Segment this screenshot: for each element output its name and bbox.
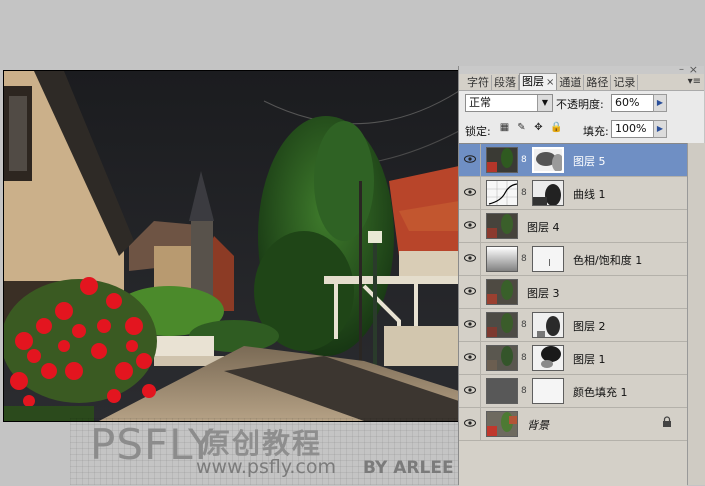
layer-name[interactable]: 图层 3 [527,285,560,301]
link-icon[interactable]: 8 [521,353,527,363]
link-icon[interactable]: 8 [521,254,527,264]
layer-name[interactable]: 图层 1 [573,351,606,367]
visibility-eye-icon[interactable] [459,342,481,374]
layer-name[interactable]: 图层 5 [573,153,606,169]
layer-row[interactable]: 8 曲线 1 [459,177,687,210]
visibility-eye-icon[interactable] [459,243,481,275]
panel-tabs: 字符 段落 图层 × 通道 路径 记录 [465,72,639,90]
layer-row[interactable]: 图层 3 [459,276,687,309]
close-icon[interactable]: × [689,63,698,76]
color-fill-icon [486,378,518,404]
minimize-icon[interactable]: – [679,64,684,75]
layer-mask-thumbnail[interactable] [532,246,564,272]
tab-layers-label: 图层 [522,75,544,88]
layers-list: 8 图层 5 8 曲线 1 图层 4 8 色相/饱和度 1 图层 3 8 图层 … [459,143,687,486]
opacity-input[interactable]: 60% [611,94,655,112]
layer-name[interactable]: 图层 2 [573,318,606,334]
fill-input[interactable]: 100% [611,120,655,138]
layer-row[interactable]: 图层 4 [459,210,687,243]
panel-menu-icon[interactable]: ▾≡ [688,76,701,87]
tab-close-icon[interactable]: × [546,77,554,88]
hue-saturation-adjustment-icon [486,246,518,272]
opacity-slider-button[interactable]: ▶ [653,94,667,112]
layer-thumbnail [486,213,518,239]
blend-mode-value: 正常 [469,96,491,109]
tab-paths[interactable]: 路径 [584,75,612,90]
layer-thumbnail [486,312,518,338]
layers-scrollbar[interactable] [687,143,705,485]
layer-name[interactable]: 背景 [527,417,549,433]
tab-character[interactable]: 字符 [465,75,492,90]
tab-history[interactable]: 记录 [611,75,639,90]
lock-options: ▦ ✎ ✥ 🔒 [499,122,563,133]
visibility-eye-icon[interactable] [459,309,481,341]
chevron-down-icon: ▼ [537,95,552,111]
hdr-street-photo [4,71,459,421]
layer-mask-thumbnail[interactable] [532,180,564,206]
fill-label: 填充: [583,125,609,138]
watermark-author: BY ARLEE [363,458,454,478]
tab-layers[interactable]: 图层 × [519,73,558,90]
layer-name[interactable]: 色相/饱和度 1 [573,252,642,268]
visibility-eye-icon[interactable] [459,177,481,209]
opacity-label: 不透明度: [556,98,604,111]
photo-canvas[interactable] [3,70,460,422]
lock-position-icon[interactable]: ✥ [533,122,544,133]
lock-transparent-icon[interactable]: ▦ [499,122,510,133]
watermark-url: www.psfly.com [196,456,336,478]
layer-row[interactable]: 8 颜色填充 1 [459,375,687,408]
layer-row[interactable]: 8 色相/饱和度 1 [459,243,687,276]
layer-controls: 正常 ▼ 不透明度: 60% ▶ 锁定: ▦ ✎ ✥ 🔒 填充: 100% ▶ [459,90,704,143]
blend-mode-select[interactable]: 正常 ▼ [465,94,553,112]
tab-channels[interactable]: 通道 [557,75,585,90]
layers-panel: – × 字符 段落 图层 × 通道 路径 记录 ▾≡ 正常 ▼ 不透明度: 60%… [458,63,705,486]
lock-label: 锁定: [465,125,491,138]
visibility-eye-icon[interactable] [459,276,481,308]
lock-icon [662,416,672,431]
layer-thumbnail [486,147,518,173]
watermark: PSFLY 原创教程 www.psfly.com BY ARLEE [70,418,460,485]
layer-row[interactable]: 8 图层 5 [459,144,687,177]
layer-name[interactable]: 图层 4 [527,219,560,235]
layer-row[interactable]: 8 图层 2 [459,309,687,342]
layer-name[interactable]: 曲线 1 [573,186,606,202]
visibility-eye-icon[interactable] [459,210,481,242]
curves-adjustment-icon [486,180,518,206]
visibility-eye-icon[interactable] [459,144,481,176]
layer-thumbnail [486,411,518,437]
layer-row[interactable]: 8 图层 1 [459,342,687,375]
visibility-eye-icon[interactable] [459,408,481,440]
layer-name[interactable]: 颜色填充 1 [573,384,628,400]
visibility-eye-icon[interactable] [459,375,481,407]
lock-image-icon[interactable]: ✎ [516,122,527,133]
link-icon[interactable]: 8 [521,155,527,165]
layer-mask-thumbnail[interactable] [532,312,564,338]
link-icon[interactable]: 8 [521,386,527,396]
layer-thumbnail [486,345,518,371]
link-icon[interactable]: 8 [521,320,527,330]
layer-mask-thumbnail[interactable] [532,378,564,404]
layer-row[interactable]: 背景 [459,408,687,441]
lock-all-icon[interactable]: 🔒 [550,122,562,133]
layer-thumbnail [486,279,518,305]
layer-mask-thumbnail[interactable] [532,147,564,173]
layer-mask-thumbnail[interactable] [532,345,564,371]
tab-paragraph[interactable]: 段落 [492,75,519,90]
link-icon[interactable]: 8 [521,188,527,198]
fill-slider-button[interactable]: ▶ [653,120,667,138]
